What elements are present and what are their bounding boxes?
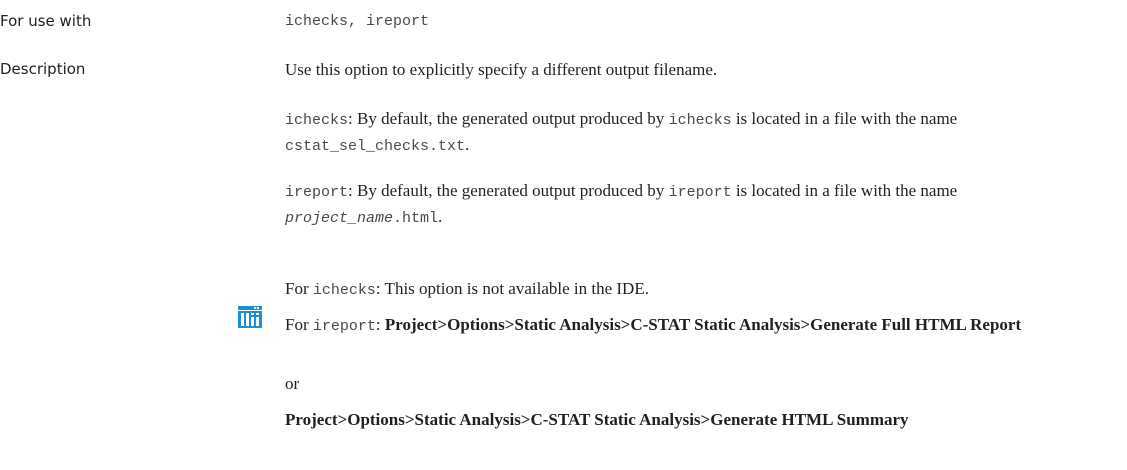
for-use-with-label: For use with (0, 12, 92, 30)
ichecks-end: . (465, 135, 470, 154)
or-text: or (285, 374, 300, 393)
for-use-with-tools: ichecks, ireport (285, 13, 430, 30)
ireport-filename-italic: project_name (285, 210, 394, 227)
ide-ichecks-text: : This option is not available in the ID… (375, 279, 649, 298)
ireport-filename-ext: .html (393, 210, 439, 227)
ide-ireport-tool: ireport (312, 318, 376, 335)
ide-ireport-line: For ireport: Project>Options>Static Anal… (285, 313, 1075, 339)
ichecks-text-1: : By default, the generated output produ… (348, 109, 669, 128)
ichecks-default-paragraph: ichecks: By default, the generated outpu… (285, 107, 1075, 159)
ichecks-tool-name-2: ichecks (668, 112, 732, 129)
description-intro: Use this option to explicitly specify a … (285, 60, 718, 79)
ide-ichecks-prefix: For (285, 279, 313, 298)
ichecks-tool-name: ichecks (285, 112, 349, 129)
full-html-report-menu-path: Project>Options>Static Analysis>C-STAT S… (384, 315, 1022, 334)
ireport-tool-name: ireport (285, 184, 349, 201)
ide-ichecks-line: For ichecks: This option is not availabl… (285, 277, 1075, 303)
ireport-tool-name-2: ireport (668, 184, 732, 201)
ichecks-default-filename: cstat_sel_checks.txt (285, 138, 466, 155)
ireport-text-1: : By default, the generated output produ… (348, 181, 669, 200)
ireport-default-paragraph: ireport: By default, the generated outpu… (285, 179, 1075, 231)
ireport-end: . (438, 207, 443, 226)
html-summary-menu-path: Project>Options>Static Analysis>C-STAT S… (285, 410, 909, 429)
ichecks-text-2: is located in a file with the name (731, 109, 958, 128)
ireport-text-2: is located in a file with the name (731, 181, 958, 200)
description-label: Description (0, 60, 86, 78)
ide-ireport-sep: : (375, 315, 385, 334)
ide-ireport-prefix: For (285, 315, 313, 334)
ide-window-icon (238, 306, 262, 328)
ide-ichecks-tool: ichecks (312, 282, 376, 299)
